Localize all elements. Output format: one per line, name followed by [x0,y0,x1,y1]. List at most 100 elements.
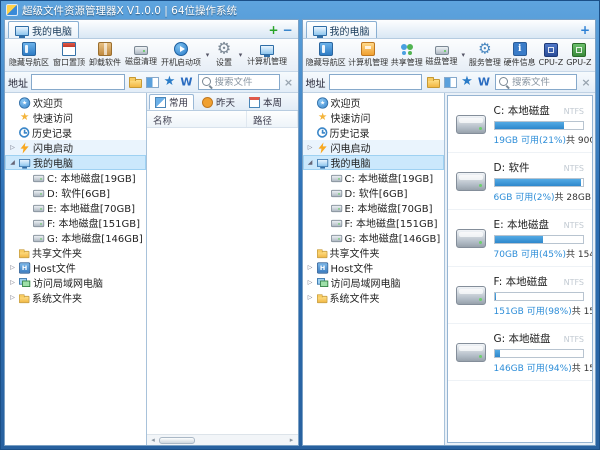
tree-item[interactable]: E: 本地磁盘[70GB] [5,200,146,215]
search-box[interactable] [495,74,577,90]
tree-item[interactable]: G: 本地磁盘[146GB] [303,230,444,245]
horizontal-scrollbar[interactable]: ◂ ▸ [147,434,298,445]
address-input[interactable] [329,74,423,90]
tree-item[interactable]: ◢ 我的电脑 [5,155,146,170]
tree-item[interactable]: ▷ 访问局域网电脑 [303,275,444,290]
tab-my-computer[interactable]: 我的电脑 [8,21,79,38]
drive-item[interactable]: D: 软件NTFS6GB 可用(2%)共 28GB [448,153,593,210]
list-tab-common[interactable]: 常用 [149,94,194,110]
word-button[interactable] [476,74,492,90]
list-tab-yesterday[interactable]: 昨天 [196,94,241,110]
drive-item[interactable]: E: 本地磁盘NTFS70GB 可用(45%)共 154GB [448,210,593,267]
word-button[interactable] [179,74,195,90]
dropdown-arrow-icon[interactable]: ▾ [203,40,212,70]
toolbar-button[interactable]: 磁盘管理 [424,40,459,70]
titlebar[interactable]: 超级文件资源管理器X V1.0.0 | 64位操作系统 [4,1,596,19]
name-column-header[interactable]: 名称 [147,111,247,127]
tree-item[interactable]: C: 本地磁盘[19GB] [303,170,444,185]
toolbar-button[interactable]: 硬件信息 [502,40,537,70]
tree-expand-arrow-icon[interactable]: ▷ [8,264,17,271]
word-icon [477,75,491,89]
tree-item[interactable]: ▷Host文件 [5,260,146,275]
drive-info: C: 本地磁盘NTFS19GB 可用(21%)共 90GB [494,103,585,146]
toolbar-button[interactable]: 隐藏导航区 [7,40,51,70]
history-icon [317,127,327,137]
search-input[interactable] [215,77,273,88]
toolbar-button[interactable]: 卸载软件 [87,40,123,70]
tree-item-label: 访问局域网电脑 [331,275,401,290]
toolbar-button[interactable]: GPU-Z [565,40,593,70]
tree-item[interactable]: 欢迎页 [5,95,146,110]
folder-button[interactable] [128,74,144,90]
toolbar-button[interactable]: 开机启动项 [159,40,203,70]
scroll-left-arrow-icon[interactable]: ◂ [147,436,159,444]
address-input[interactable] [31,74,125,90]
tree-expand-arrow-icon[interactable]: ▷ [306,144,315,151]
scroll-right-arrow-icon[interactable]: ▸ [286,436,298,444]
search-input[interactable] [512,77,570,88]
tree-expand-arrow-icon[interactable]: ▷ [8,144,17,151]
tree-item[interactable]: 快速访问 [303,110,444,125]
tree-item[interactable]: ▷系统文件夹 [5,290,146,305]
tab-my-computer[interactable]: 我的电脑 [306,21,377,38]
favorite-star-button[interactable] [162,74,178,90]
tree-item-label: 我的电脑 [33,155,73,170]
folder-button[interactable] [425,74,441,90]
tree-item[interactable]: 共享文件夹 [5,245,146,260]
tree-item[interactable]: 欢迎页 [303,95,444,110]
tree-item[interactable]: 历史记录 [303,125,444,140]
tree-item[interactable]: 共享文件夹 [303,245,444,260]
tree-expand-arrow-icon[interactable]: ▷ [306,264,315,271]
split-view-button[interactable] [145,74,161,90]
drive-item[interactable]: G: 本地磁盘NTFS146GB 可用(94%)共 154GB [448,324,593,381]
toolbar-button[interactable]: 设置 [212,40,236,70]
tree-expand-arrow-icon[interactable]: ▷ [306,279,315,286]
tree-item[interactable]: ▷闪电启动 [5,140,146,155]
tree-expand-arrow-icon[interactable]: ◢ [306,159,315,166]
computer-mgmt-icon [260,45,274,55]
toolbar-button[interactable]: 计算机管理 [347,40,389,70]
tree-item[interactable]: F: 本地磁盘[151GB] [5,215,146,230]
path-column-header[interactable]: 路径 [247,111,298,127]
split-view-button[interactable] [442,74,458,90]
drive-item[interactable]: C: 本地磁盘NTFS19GB 可用(21%)共 90GB [448,96,593,153]
toolbar-button[interactable]: CPU-Z [537,40,565,70]
remove-tab-icon[interactable] [281,22,295,38]
tree-item[interactable]: 历史记录 [5,125,146,140]
toolbar-button[interactable]: 隐藏导航区 [305,40,347,70]
dropdown-arrow-icon[interactable]: ▾ [459,40,468,70]
tree-item[interactable]: D: 软件[6GB] [303,185,444,200]
add-tab-blue-icon[interactable] [578,22,592,38]
tree-item[interactable]: 快速访问 [5,110,146,125]
drive-item[interactable]: F: 本地磁盘NTFS151GB 可用(98%)共 154GB [448,267,593,324]
tree-item[interactable]: ▷闪电启动 [303,140,444,155]
tree-expand-arrow-icon[interactable]: ▷ [8,294,17,301]
toolbar-button[interactable]: 服务管理 [468,40,503,70]
tree-item[interactable]: ▷访问局域网电脑 [5,275,146,290]
tree-item[interactable]: C: 本地磁盘[19GB] [5,170,146,185]
toolbar-button[interactable]: 计算机管理 [245,40,289,70]
free-space-label: 19GB 可用(21%) [494,133,567,146]
toolbar-button[interactable]: 窗口置顶 [51,40,87,70]
favorite-star-button[interactable] [459,74,475,90]
list-header: 名称 路径 [147,111,298,128]
tree-expand-arrow-icon[interactable]: ▷ [306,294,315,301]
list-tab-week[interactable]: 本周 [243,94,288,110]
tree-item[interactable]: D: 软件[6GB] [5,185,146,200]
tree-item[interactable]: E: 本地磁盘[70GB] [303,200,444,215]
scrollbar-thumb[interactable] [159,437,195,444]
dropdown-arrow-icon[interactable]: ▾ [236,40,245,70]
add-tab-green-icon[interactable] [267,22,281,38]
tree-item[interactable]: ▷系统文件夹 [303,290,444,305]
tree-item[interactable]: ▷Host文件 [303,260,444,275]
tree-item[interactable]: ◢我的电脑 [303,155,444,170]
toolbar-button[interactable]: 磁盘清理 [123,40,159,70]
tree-expand-arrow-icon[interactable]: ▷ [8,279,17,286]
search-box[interactable] [198,74,280,90]
tree-item[interactable]: G: 本地磁盘[146GB] [5,230,146,245]
tree-expand-arrow-icon[interactable]: ◢ [8,159,17,166]
toolbar-button[interactable]: 共享管理 [389,40,424,70]
tree-item[interactable]: F: 本地磁盘[151GB] [303,215,444,230]
clear-search-icon[interactable] [283,76,295,89]
clear-search-icon[interactable] [580,76,592,89]
